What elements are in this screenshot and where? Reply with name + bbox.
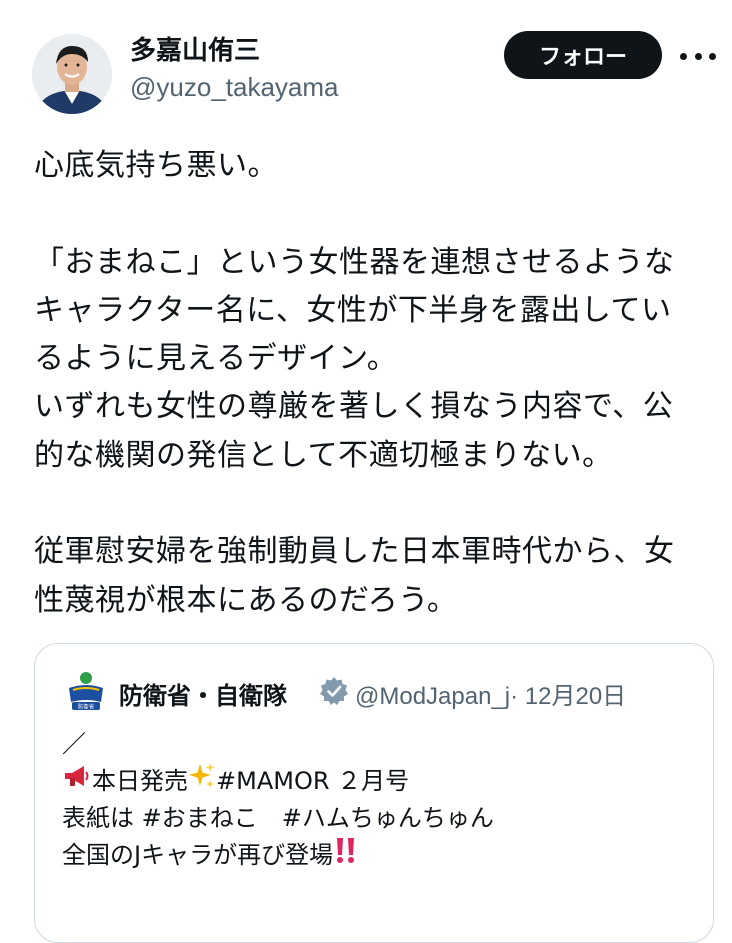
post-line: 心底気持ち悪い。 <box>34 148 278 183</box>
post-line: 的な機関の発信として不適切極まりない。 <box>34 437 613 473</box>
author-handle[interactable]: @yuzo_takayama <box>130 72 339 103</box>
post-line: キャラクター名に、女性が下半身を露出してい <box>34 292 672 328</box>
post-line <box>34 480 714 528</box>
post-line: 従軍慰安婦を強制動員した日本軍時代から、女 <box>34 534 675 570</box>
quoted-line-text: 全国のJキャラが再び登場 <box>62 841 334 869</box>
quoted-post-date: · 12月20日 <box>510 683 627 710</box>
quoted-line-text: 本日発売 <box>92 767 188 795</box>
sparkles-icon <box>188 762 216 801</box>
quoted-post-text: ／ 本日発売 #MAMOR ２月号 表紙は #おまねこ #ハムちゅんちゅん 全国… <box>62 726 702 874</box>
quoted-line[interactable]: 表紙は #おまねこ #ハムちゅんちゅん <box>62 800 702 837</box>
more-horizontal-icon[interactable] <box>680 50 716 62</box>
author-avatar[interactable] <box>32 34 112 114</box>
post-line: いずれも女性の尊厳を著しく損なう内容で、公 <box>34 389 674 425</box>
quoted-author-name[interactable]: 防衛省・自衛隊 <box>119 676 315 711</box>
follow-button[interactable]: フォロー <box>504 31 662 79</box>
quoted-author-handle[interactable]: @ModJapan_j <box>355 683 510 710</box>
post-line <box>34 190 714 238</box>
post-line: るように見えるデザイン。 <box>34 341 398 377</box>
quoted-handle-date[interactable]: @ModJapan_j· 12月20日 <box>355 676 626 711</box>
post-text: 心底気持ち悪い。 「おまねこ」という女性器を連想させるような キャラクター名に、… <box>34 142 714 625</box>
quoted-post-card[interactable]: 防衛省 防衛省・自衛隊 @ModJapan_j· 12月20日 ／ 本日発売 #… <box>34 643 714 943</box>
post-line: 性蔑視が根本にあるのだろう。 <box>34 582 458 618</box>
ministry-of-defense-logo[interactable]: 防衛省 <box>63 668 109 714</box>
megaphone-icon <box>62 763 92 800</box>
quoted-line: 全国のJキャラが再び登場 <box>62 837 702 874</box>
quoted-line: 本日発売 #MAMOR ２月号 <box>62 763 702 800</box>
quoted-line: ／ <box>62 730 86 758</box>
author-name[interactable]: 多嘉山侑三 <box>130 30 260 67</box>
quoted-hashtag-line[interactable]: #MAMOR ２月号 <box>216 763 409 800</box>
gray-verified-badge-icon <box>319 676 349 706</box>
svg-text:防衛省: 防衛省 <box>78 703 95 711</box>
post-line: 「おまねこ」という女性器を連想させるような <box>34 244 675 280</box>
double-exclamation-icon <box>333 835 359 876</box>
